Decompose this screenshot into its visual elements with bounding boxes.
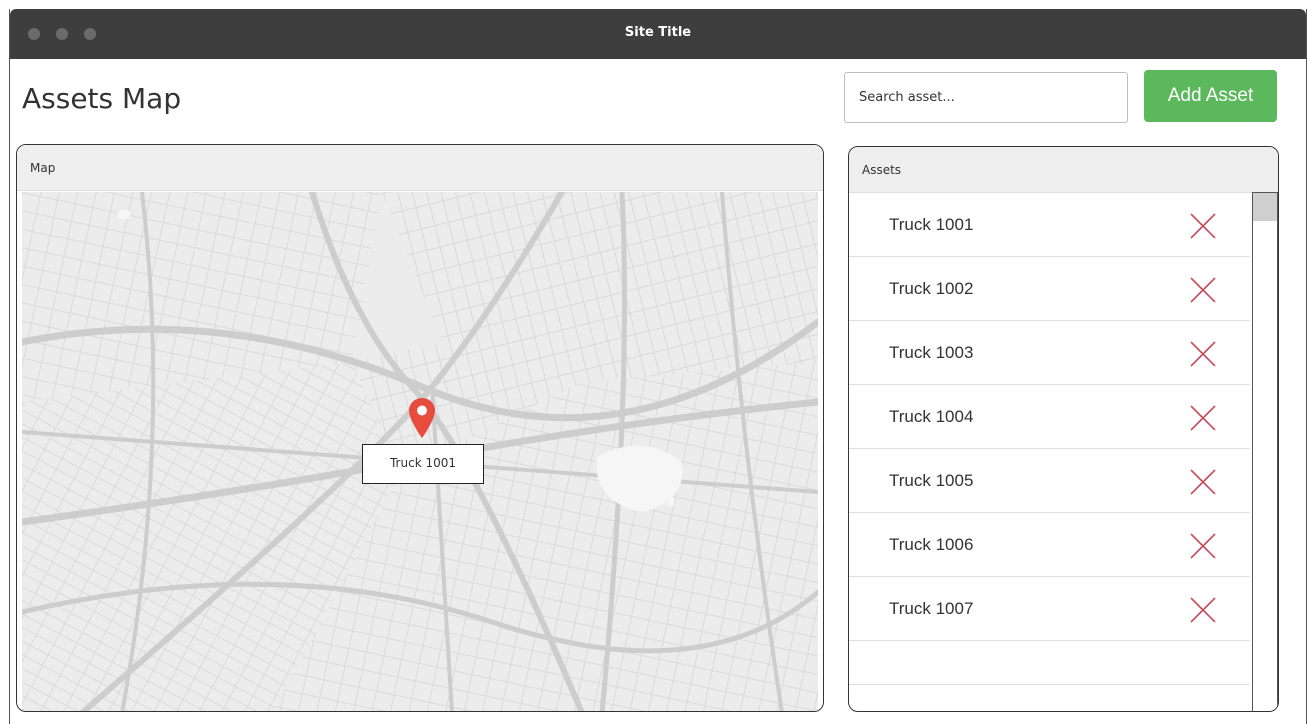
assets-panel-header: Assets xyxy=(849,147,1278,193)
asset-label: Truck 1002 xyxy=(889,278,974,298)
empty-list-row xyxy=(849,641,1250,685)
map-marker-icon[interactable] xyxy=(409,398,435,438)
assets-scrollbar[interactable] xyxy=(1252,192,1278,711)
asset-list-item[interactable]: Truck 1005 xyxy=(849,449,1250,513)
map-marker-label: Truck 1001 xyxy=(362,444,484,484)
asset-list-item[interactable]: Truck 1007 xyxy=(849,577,1250,641)
close-icon[interactable] xyxy=(1190,277,1216,303)
map-panel-header: Map xyxy=(17,145,823,191)
close-icon[interactable] xyxy=(1190,597,1216,623)
scrollbar-thumb[interactable] xyxy=(1253,193,1277,221)
asset-label: Truck 1005 xyxy=(889,470,974,490)
asset-label: Truck 1003 xyxy=(889,342,974,362)
map-panel: Map Truck 1001 xyxy=(16,144,824,712)
close-icon[interactable] xyxy=(1190,213,1216,239)
map-view[interactable]: Truck 1001 xyxy=(22,192,818,711)
assets-list: Truck 1001 Truck 1002 Truck 1003 Truck 1… xyxy=(849,193,1250,711)
title-bar: Site Title xyxy=(10,9,1306,59)
asset-label: Truck 1004 xyxy=(889,406,974,426)
close-icon[interactable] xyxy=(1190,469,1216,495)
asset-list-item[interactable]: Truck 1006 xyxy=(849,513,1250,577)
assets-panel: Assets Truck 1001 Truck 1002 Truck 1003 … xyxy=(848,146,1279,712)
asset-label: Truck 1006 xyxy=(889,534,974,554)
add-asset-button[interactable]: Add Asset xyxy=(1144,70,1277,122)
close-icon[interactable] xyxy=(1190,405,1216,431)
asset-list-item[interactable]: Truck 1004 xyxy=(849,385,1250,449)
site-title: Site Title xyxy=(624,25,692,40)
close-icon[interactable] xyxy=(1190,341,1216,367)
search-input[interactable] xyxy=(844,72,1128,123)
asset-list-item[interactable]: Truck 1003 xyxy=(849,321,1250,385)
asset-list-item[interactable]: Truck 1002 xyxy=(849,257,1250,321)
page-title: Assets Map xyxy=(22,82,182,115)
close-icon[interactable] xyxy=(1190,533,1216,559)
asset-list-item[interactable]: Truck 1001 xyxy=(849,193,1250,257)
asset-label: Truck 1001 xyxy=(889,214,974,234)
asset-label: Truck 1007 xyxy=(889,598,974,618)
